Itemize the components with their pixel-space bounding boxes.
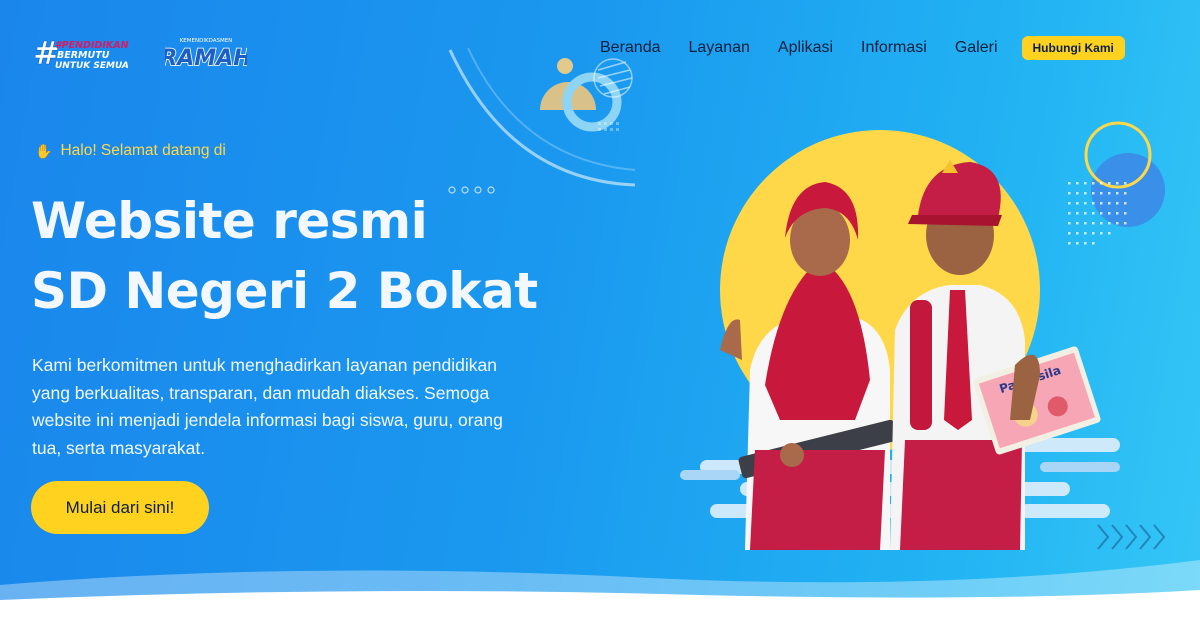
- pendidikan-bermutu-logo[interactable]: # #PENDIDIKAN BERMUTU UNTUK SEMUA: [33, 36, 133, 70]
- title-line-2: SD Negeri 2 Bokat: [31, 262, 538, 320]
- nav-informasi[interactable]: Informasi: [861, 37, 927, 59]
- nav-layanan[interactable]: Layanan: [689, 37, 750, 59]
- ramah-wordmark: RAMAH: [165, 46, 247, 70]
- students-photo: Pancasila: [680, 130, 1120, 550]
- ramah-logo[interactable]: KEMENDIKDASMEN RAMAH: [165, 34, 247, 70]
- waving-hand-icon: ✋: [35, 142, 53, 159]
- ramah-tagline: KEMENDIKDASMEN: [180, 38, 233, 44]
- logo-line-2: BERMUTU: [57, 50, 110, 61]
- title-line-1: Website resmi: [31, 192, 428, 250]
- bottom-wave: [0, 560, 1200, 610]
- logo-line-3: UNTUK SEMUA: [55, 61, 129, 70]
- nav-beranda[interactable]: Beranda: [600, 37, 661, 59]
- greeting-text: Halo! Selamat datang di: [60, 142, 226, 159]
- nav-galeri[interactable]: Galeri: [955, 37, 998, 59]
- nav-aplikasi[interactable]: Aplikasi: [778, 37, 833, 59]
- page-title: Website resmi SD Negeri 2 Bokat: [31, 186, 538, 326]
- contact-button[interactable]: Hubungi Kami: [1021, 36, 1125, 60]
- hero-description: Kami berkomitmen untuk menghadirkan laya…: [32, 355, 503, 458]
- greeting: ✋ Halo! Selamat datang di: [35, 142, 226, 160]
- hero-section: Pancasila # #PENDIDIKAN BERMUTU UNTUK SE…: [0, 0, 1200, 610]
- main-nav: Beranda Layanan Aplikasi Informasi Galer…: [600, 36, 1125, 60]
- start-here-button[interactable]: Mulai dari sini!: [31, 481, 209, 534]
